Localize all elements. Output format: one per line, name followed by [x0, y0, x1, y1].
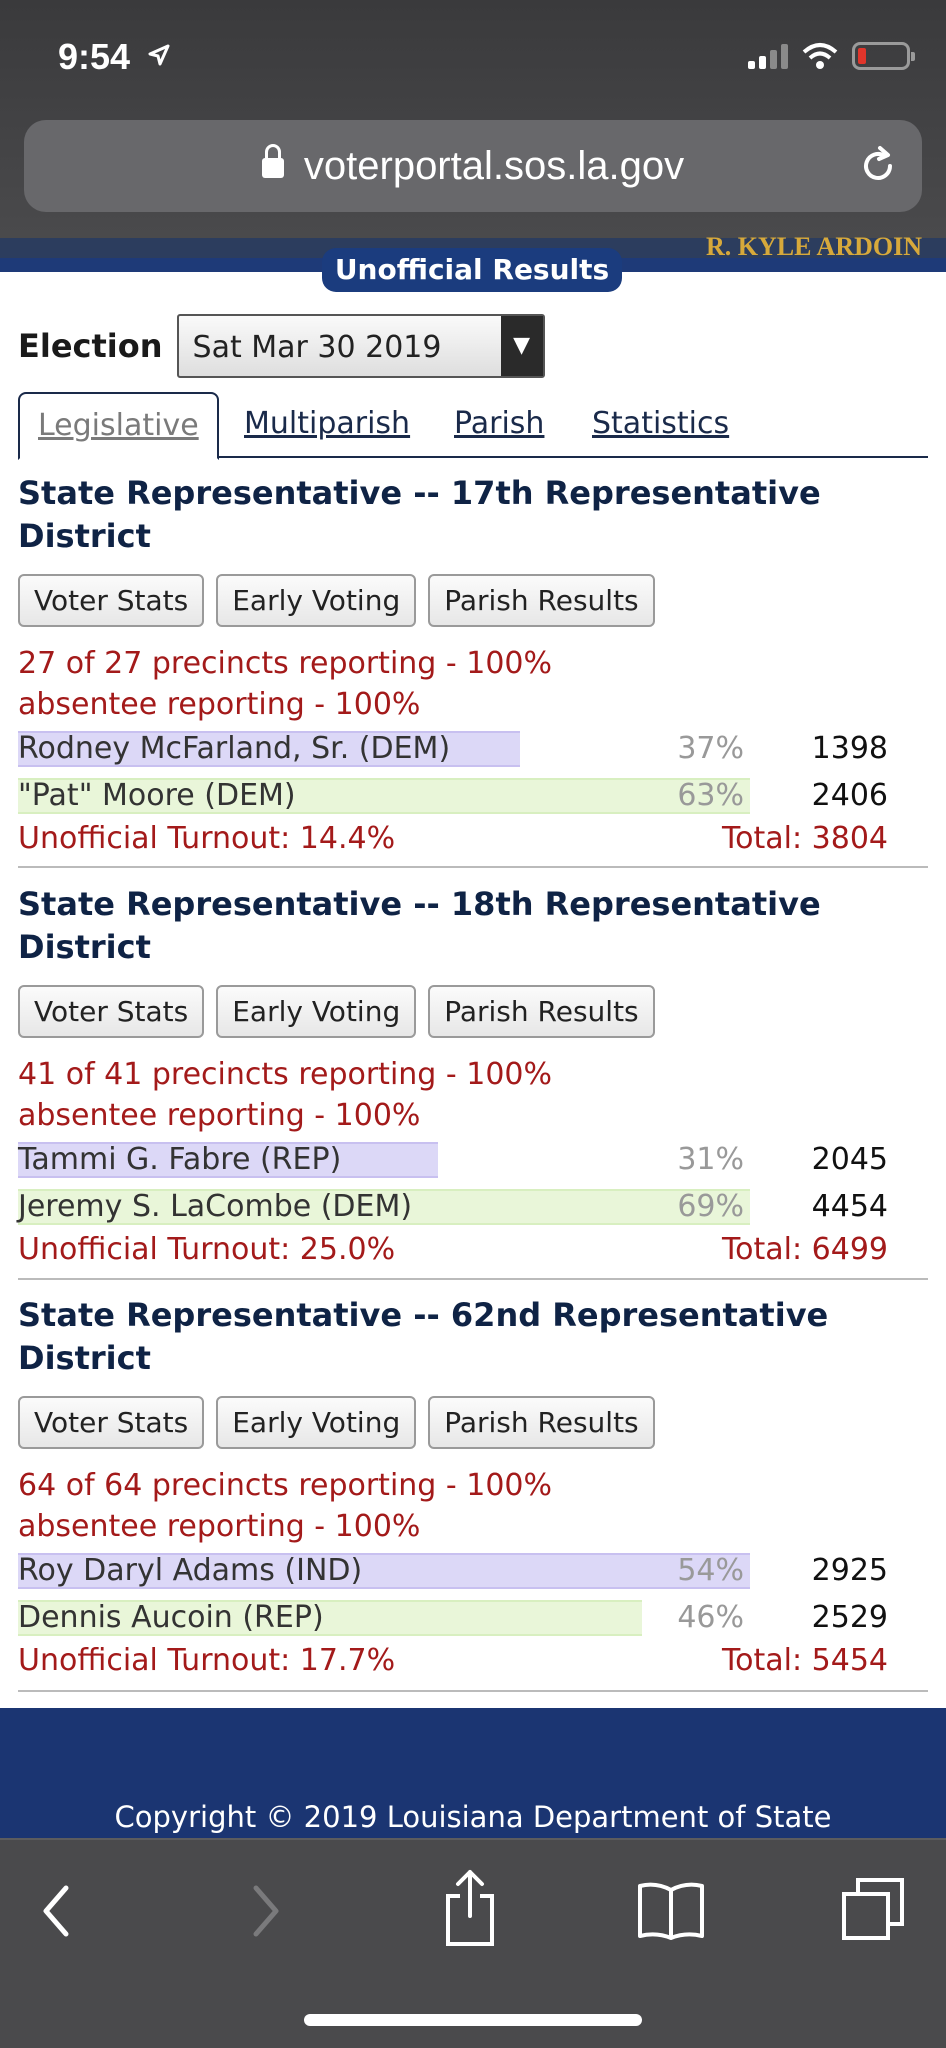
candidate-votes: 2406: [811, 778, 888, 813]
back-icon[interactable]: [36, 1876, 76, 1946]
race-buttons: Voter Stats Early Voting Parish Results: [18, 985, 928, 1038]
precincts-reporting: 41 of 41 precincts reporting - 100% abse…: [18, 1054, 928, 1136]
election-select-value: Sat Mar 30 2019: [192, 330, 442, 365]
tabs-icon[interactable]: [840, 1876, 906, 1942]
clock: 9:54: [58, 36, 131, 77]
candidate-name: Roy Daryl Adams (IND): [18, 1553, 363, 1588]
turnout-text: Unofficial Turnout: 17.7%: [18, 1643, 396, 1678]
status-time: 9:54: [58, 36, 172, 78]
url-bar[interactable]: voterportal.sos.la.gov: [24, 120, 922, 212]
election-select[interactable]: Sat Mar 30 2019 ▼: [176, 314, 545, 378]
dropdown-arrow-icon: ▼: [500, 316, 543, 376]
section-divider: [18, 866, 928, 868]
results-tabs: Legislative Multiparish Parish Statistic…: [18, 392, 928, 460]
section-divider: [18, 1278, 928, 1280]
banner-name: R. KYLE ARDOIN: [706, 232, 922, 261]
candidate-percent: 63%: [677, 778, 744, 813]
candidate-votes: 2529: [811, 1600, 888, 1635]
precincts-text: 41 of 41 precincts reporting - 100%: [18, 1057, 552, 1092]
candidate-percent: 54%: [677, 1553, 744, 1588]
candidate-name: Rodney McFarland, Sr. (DEM): [18, 731, 451, 766]
total-votes: Total: 5454: [721, 1643, 888, 1678]
tab-parish[interactable]: Parish: [454, 406, 544, 441]
precincts-text: 27 of 27 precincts reporting - 100%: [18, 646, 552, 681]
candidate-row: Tammi G. Fabre (REP) 31% 2045: [18, 1136, 928, 1183]
parish-results-button[interactable]: Parish Results: [428, 1396, 655, 1449]
race-buttons: Voter Stats Early Voting Parish Results: [18, 1396, 928, 1449]
candidate-row: "Pat" Moore (DEM) 63% 2406: [18, 772, 928, 819]
early-voting-button[interactable]: Early Voting: [216, 1396, 417, 1449]
race-title: State Representative -- 17th Representat…: [18, 474, 821, 555]
candidate-votes: 2045: [811, 1142, 888, 1177]
parish-results-button[interactable]: Parish Results: [428, 985, 655, 1038]
voter-stats-button[interactable]: Voter Stats: [18, 574, 205, 627]
location-arrow-icon: [148, 44, 170, 66]
voter-stats-button[interactable]: Voter Stats: [18, 1396, 205, 1449]
candidate-percent: 31%: [677, 1142, 744, 1177]
lock-icon: [261, 144, 284, 178]
tab-multiparish[interactable]: Multiparish: [244, 406, 410, 441]
election-label: Election: [18, 327, 163, 365]
section-divider: [18, 1690, 928, 1692]
unofficial-results-badge: Unofficial Results: [322, 248, 622, 292]
total-votes: Total: 3804: [721, 821, 888, 856]
candidate-name: Tammi G. Fabre (REP): [18, 1142, 342, 1177]
turnout-row: Unofficial Turnout: 14.4% Total: 3804: [18, 819, 928, 863]
precincts-reporting: 64 of 64 precincts reporting - 100% abse…: [18, 1465, 928, 1547]
race-buttons: Voter Stats Early Voting Parish Results: [18, 574, 928, 627]
precincts-text: 64 of 64 precincts reporting - 100%: [18, 1468, 552, 1503]
turnout-row: Unofficial Turnout: 25.0% Total: 6499: [18, 1230, 928, 1274]
candidate-row: Rodney McFarland, Sr. (DEM) 37% 1398: [18, 725, 928, 772]
race-62nd-district: State Representative -- 62nd Representat…: [18, 1294, 928, 1685]
absentee-text: absentee reporting - 100%: [18, 1509, 421, 1544]
early-voting-button[interactable]: Early Voting: [216, 574, 417, 627]
copyright-text: Copyright © 2019 Louisiana Department of…: [114, 1800, 832, 1834]
candidate-votes: 4454: [811, 1189, 888, 1224]
candidate-votes: 1398: [811, 731, 888, 766]
forward-icon[interactable]: [246, 1876, 286, 1946]
candidate-row: Dennis Aucoin (REP) 46% 2529: [18, 1594, 928, 1641]
election-selector-row: Election Sat Mar 30 2019 ▼: [18, 314, 545, 378]
candidate-percent: 46%: [677, 1600, 744, 1635]
candidate-name: Dennis Aucoin (REP): [18, 1600, 324, 1635]
race-title: State Representative -- 18th Representat…: [18, 885, 821, 966]
bookmarks-icon[interactable]: [636, 1880, 706, 1942]
voter-stats-button[interactable]: Voter Stats: [18, 985, 205, 1038]
parish-results-button[interactable]: Parish Results: [428, 574, 655, 627]
absentee-text: absentee reporting - 100%: [18, 687, 421, 722]
turnout-text: Unofficial Turnout: 14.4%: [18, 821, 396, 856]
battery-icon: [852, 42, 915, 70]
browser-chrome: 9:54 voterportal.sos.la.gov: [0, 0, 946, 238]
candidate-name: Jeremy S. LaCombe (DEM): [18, 1189, 413, 1224]
cellular-signal-icon: [748, 43, 788, 69]
race-title: State Representative -- 62nd Representat…: [18, 1296, 829, 1377]
reload-icon[interactable]: [856, 144, 900, 188]
early-voting-button[interactable]: Early Voting: [216, 985, 417, 1038]
precincts-reporting: 27 of 27 precincts reporting - 100% abse…: [18, 643, 928, 725]
home-indicator: [304, 2014, 642, 2026]
candidate-name: "Pat" Moore (DEM): [18, 778, 296, 813]
candidate-percent: 37%: [677, 731, 744, 766]
turnout-text: Unofficial Turnout: 25.0%: [18, 1232, 396, 1267]
absentee-text: absentee reporting - 100%: [18, 1098, 421, 1133]
candidate-percent: 69%: [677, 1189, 744, 1224]
url-text: voterportal.sos.la.gov: [303, 143, 685, 188]
status-indicators: [748, 42, 915, 70]
candidate-row: Jeremy S. LaCombe (DEM) 69% 4454: [18, 1183, 928, 1230]
candidate-row: Roy Daryl Adams (IND) 54% 2925: [18, 1547, 928, 1594]
turnout-row: Unofficial Turnout: 17.7% Total: 5454: [18, 1641, 928, 1685]
candidate-votes: 2925: [811, 1553, 888, 1588]
tab-statistics[interactable]: Statistics: [592, 406, 729, 441]
share-icon[interactable]: [440, 1866, 500, 1950]
total-votes: Total: 6499: [721, 1232, 888, 1267]
wifi-icon: [802, 43, 838, 69]
tab-legislative[interactable]: Legislative: [18, 392, 219, 460]
race-17th-district: State Representative -- 17th Representat…: [18, 472, 928, 863]
race-18th-district: State Representative -- 18th Representat…: [18, 883, 928, 1274]
